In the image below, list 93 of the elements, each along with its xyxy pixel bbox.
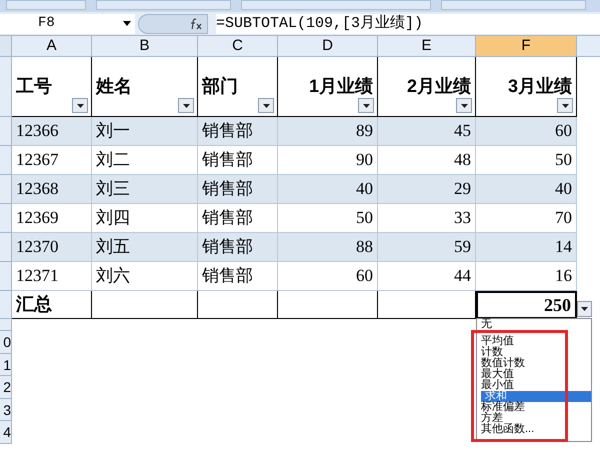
- filter-button[interactable]: [258, 98, 274, 113]
- table-cell: 12368: [12, 175, 92, 204]
- table-cell: 销售部: [198, 175, 278, 204]
- table-cell: 12371: [12, 262, 92, 291]
- table-cell: 销售部: [198, 262, 278, 291]
- function-icon: [190, 18, 203, 30]
- row-header[interactable]: [0, 146, 12, 175]
- insert-function-button[interactable]: [138, 14, 208, 34]
- table-cell: 12370: [12, 233, 92, 262]
- column-header[interactable]: D: [278, 36, 378, 57]
- table-cell: 48: [378, 146, 476, 175]
- table-cell: 88: [278, 233, 378, 262]
- table-cell: 29: [378, 175, 476, 204]
- column-heading: 3月业绩: [508, 75, 572, 98]
- row-header[interactable]: [0, 57, 12, 117]
- dropdown-option[interactable]: 无: [481, 319, 492, 330]
- dropdown-arrow-icon: [460, 104, 468, 108]
- row-header[interactable]: [0, 233, 12, 262]
- column-header[interactable]: B: [92, 36, 198, 57]
- row-header[interactable]: [0, 117, 12, 146]
- row-header[interactable]: 4: [0, 421, 12, 444]
- column-header[interactable]: A: [12, 36, 92, 57]
- dropdown-arrow-icon: [262, 104, 270, 108]
- table-cell: 40: [278, 175, 378, 204]
- table-cell: 刘五: [92, 233, 198, 262]
- dropdown-arrow-icon: [562, 104, 568, 108]
- filter-button[interactable]: [557, 98, 573, 113]
- row-header[interactable]: [0, 262, 12, 291]
- table-cell: 50: [278, 204, 378, 233]
- total-label: 汇总: [12, 291, 92, 319]
- table-cell: 刘四: [92, 204, 198, 233]
- dropdown-option[interactable]: 平均值: [481, 336, 514, 347]
- table-cell: 销售部: [198, 204, 278, 233]
- dropdown-button[interactable]: [577, 301, 592, 317]
- table-cell: 刘二: [92, 146, 198, 175]
- table-cell: 12369: [12, 204, 92, 233]
- table-cell: 60: [476, 117, 577, 146]
- row-header[interactable]: 3: [0, 398, 12, 421]
- column-header[interactable]: C: [198, 36, 278, 57]
- table-cell: 44: [378, 262, 476, 291]
- column-header[interactable]: [577, 36, 600, 57]
- dropdown-arrow-icon: [123, 21, 131, 26]
- table-cell: 70: [476, 204, 577, 233]
- table-cell: 刘三: [92, 175, 198, 204]
- table-cell: 刘一: [92, 117, 198, 146]
- column-heading: 部门: [202, 75, 238, 98]
- dropdown-option[interactable]: 最大值: [481, 369, 514, 380]
- table-cell: 33: [378, 204, 476, 233]
- column-header[interactable]: E: [378, 36, 476, 57]
- filter-button[interactable]: [456, 98, 472, 113]
- table-cell: 销售部: [198, 146, 278, 175]
- dropdown-option[interactable]: 最小值: [481, 380, 514, 391]
- dropdown-option[interactable]: 计数: [481, 347, 503, 358]
- table-cell: 16: [476, 262, 577, 291]
- dropdown-option[interactable]: 其他函数...: [481, 424, 534, 435]
- row-header[interactable]: [0, 291, 12, 319]
- dropdown-arrow-icon: [362, 104, 370, 108]
- row-header[interactable]: 1: [0, 354, 12, 376]
- formula-field[interactable]: =SUBTOTAL(109,[3月业绩]): [216, 14, 600, 34]
- row-header[interactable]: [0, 204, 12, 233]
- table-cell: 销售部: [198, 233, 278, 262]
- filter-button[interactable]: [72, 98, 88, 113]
- column-heading: 工号: [16, 75, 52, 98]
- row-header[interactable]: 0: [0, 331, 12, 354]
- select-all-corner[interactable]: [0, 36, 12, 57]
- dropdown-arrow-icon: [76, 104, 84, 108]
- column-heading: 1月业绩: [308, 75, 373, 98]
- row-header[interactable]: [0, 319, 12, 331]
- column-header[interactable]: F: [476, 36, 577, 57]
- table-cell: 销售部: [198, 117, 278, 146]
- table-cell: 50: [476, 146, 577, 175]
- filter-button[interactable]: [358, 98, 374, 113]
- name-box[interactable]: F8: [0, 14, 135, 34]
- table-cell: 40: [476, 175, 577, 204]
- table-cell: 12366: [12, 117, 92, 146]
- table-cell: 14: [476, 233, 577, 262]
- row-header[interactable]: [0, 175, 12, 204]
- table-cell: 12367: [12, 146, 92, 175]
- table-cell: 45: [378, 117, 476, 146]
- column-heading: 2月业绩: [406, 75, 471, 98]
- column-heading: 姓名: [96, 75, 132, 98]
- table-cell: 90: [278, 146, 378, 175]
- dropdown-option[interactable]: 标准偏差: [481, 402, 525, 413]
- table-cell: 60: [278, 262, 378, 291]
- table-cell: 59: [378, 233, 476, 262]
- filter-button[interactable]: [178, 98, 194, 113]
- table-cell: 刘六: [92, 262, 198, 291]
- dropdown-arrow-icon: [182, 104, 190, 108]
- dropdown-option[interactable]: 数值计数: [481, 358, 525, 369]
- dropdown-option[interactable]: 方差: [481, 413, 503, 424]
- row-header[interactable]: 2: [0, 376, 12, 398]
- dropdown-arrow-icon: [581, 307, 588, 311]
- table-cell: 89: [278, 117, 378, 146]
